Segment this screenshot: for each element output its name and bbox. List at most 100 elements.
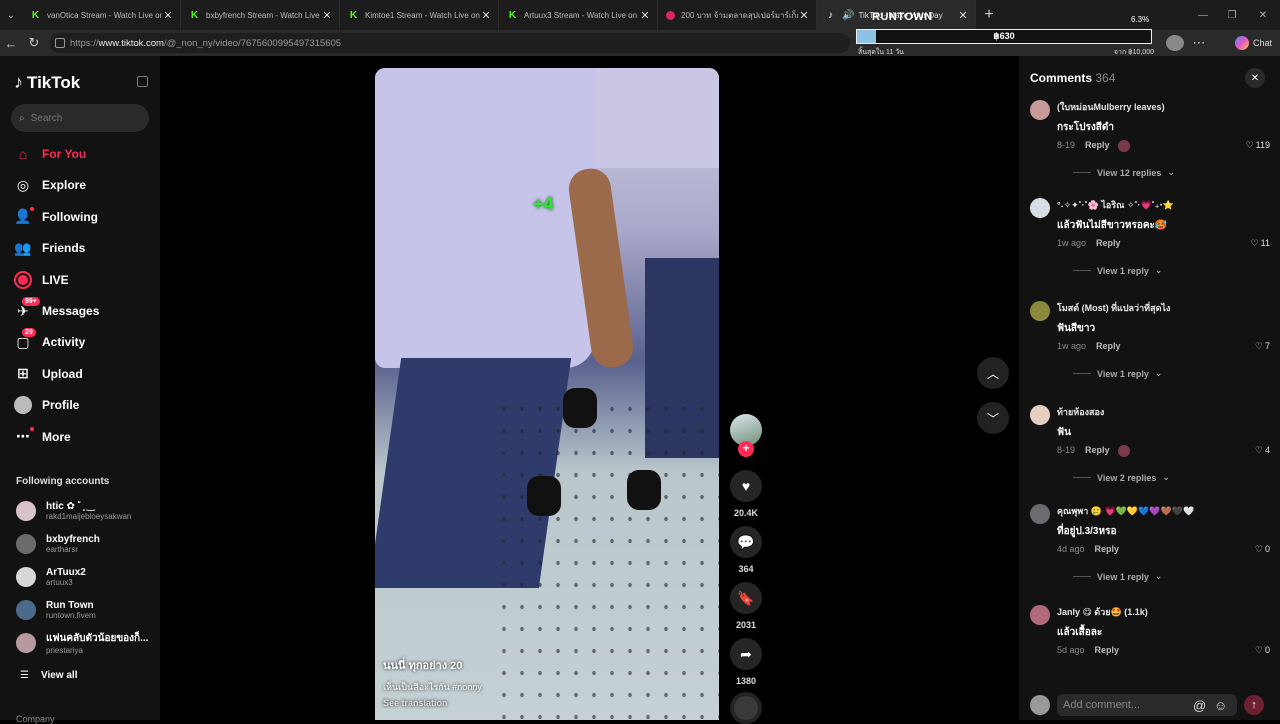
music-disc-icon[interactable]: [730, 692, 762, 724]
reload-icon[interactable]: ↻: [25, 34, 43, 52]
comment-text: แล้วเสื้อละ: [1057, 627, 1103, 638]
reply-button[interactable]: Reply: [1096, 238, 1121, 248]
reply-button[interactable]: Reply: [1085, 140, 1110, 152]
browser-tab[interactable]: K Kimtoe1 Stream - Watch Live on Kick✕: [340, 0, 499, 30]
commenter-avatar[interactable]: [1030, 198, 1050, 218]
close-comments-button[interactable]: ✕: [1245, 68, 1265, 88]
browser-tab[interactable]: Kbxbyfrench Stream - Watch Live on Kick✕: [181, 0, 340, 30]
nav-item-upload[interactable]: ⊞ Upload: [14, 362, 154, 386]
tab-close-icon[interactable]: ✕: [321, 9, 333, 22]
company-link[interactable]: Company: [16, 714, 55, 724]
nav-item-following[interactable]: 👤 Following: [14, 205, 154, 229]
browser-tab[interactable]: K Artuux3 Stream - Watch Live on Kick✕: [499, 0, 658, 30]
nav-item-more[interactable]: ⋯ More: [14, 425, 154, 449]
following-account[interactable]: Run Town runtown.fivem: [16, 597, 156, 623]
menu-dots-icon[interactable]: ⋯: [1190, 34, 1208, 52]
nav-item-explore[interactable]: ◎ Explore: [14, 173, 154, 197]
search-input[interactable]: [30, 112, 131, 124]
video-player[interactable]: +4 นนนี่ ทุกอย่าง 20 เห็นเป็นสีอะไรกัน #…: [375, 68, 719, 720]
comment-like-button[interactable]: ♡ 11: [1240, 238, 1270, 249]
share-icon: ➦: [740, 645, 752, 662]
tiktok-logo[interactable]: ♪ TikTok: [14, 72, 80, 93]
close-window-icon[interactable]: ✕: [1246, 0, 1280, 30]
video-scene-shirt-2: [595, 68, 719, 168]
reply-button[interactable]: Reply: [1095, 544, 1120, 554]
profile-avatar-icon[interactable]: [1166, 35, 1184, 51]
comment-text: ฟัน: [1057, 427, 1071, 438]
mention-icon[interactable]: @: [1193, 698, 1206, 713]
url-field[interactable]: https://www.tiktok.com/@_non_ny/video/76…: [50, 33, 850, 53]
tab-close-icon[interactable]: ✕: [480, 9, 492, 22]
add-comment-input[interactable]: Add comment...: [1057, 694, 1237, 716]
nav-item-for-you[interactable]: ⌂ For You: [14, 142, 154, 166]
share-button[interactable]: ➦: [730, 638, 762, 670]
view-replies-button[interactable]: View 1 reply ⌄: [1073, 368, 1162, 379]
comment-like-button[interactable]: ♡ 119: [1240, 140, 1270, 151]
commenter-avatar[interactable]: [1030, 301, 1050, 321]
following-account[interactable]: bxbyfrench eartharsr: [16, 531, 156, 557]
comment-time: 1w ago: [1057, 238, 1087, 248]
save-button[interactable]: 🔖: [730, 582, 762, 614]
comment-like-button[interactable]: ♡ 4: [1240, 445, 1270, 456]
comment-username[interactable]: Janly 😋 ด้วย🤩 (1.1k): [1057, 605, 1148, 619]
restore-icon[interactable]: ❐: [1215, 0, 1249, 30]
comment-like-button[interactable]: ♡ 0: [1240, 645, 1270, 656]
send-comment-button[interactable]: ↑: [1244, 695, 1264, 715]
comment-username[interactable]: °˖✧✦˚·˚🌸 ไอริณ ✧˚·💗˚₊‧⭐: [1057, 198, 1174, 212]
see-translation-link[interactable]: See translation: [383, 698, 448, 708]
account-text: htic ✿ ˚ ̥ ‿ rakd1maijebloeysakwan: [46, 501, 131, 521]
video-scene-shoe: [563, 388, 597, 428]
emoji-icon[interactable]: ☺: [1214, 698, 1227, 713]
follow-plus-icon[interactable]: +: [738, 441, 754, 457]
commenter-avatar[interactable]: [1030, 504, 1050, 524]
nav-item-activity[interactable]: ▢ 29 Activity: [14, 328, 154, 354]
collapse-sidebar-icon[interactable]: [137, 76, 148, 87]
tab-close-icon[interactable]: ✕: [639, 9, 651, 22]
next-video-button[interactable]: ﹀: [977, 402, 1009, 434]
nav-item-messages[interactable]: ✈ 99+ Messages: [14, 297, 154, 323]
video-author[interactable]: นนนี่ ทุกอย่าง 20: [383, 656, 462, 674]
comment-username[interactable]: ท้ายห้องสอง: [1057, 405, 1104, 419]
tab-close-icon[interactable]: ✕: [798, 9, 810, 22]
like-button[interactable]: ♥: [730, 470, 762, 502]
view-replies-button[interactable]: View 2 replies ⌄: [1073, 472, 1170, 483]
tab-close-icon[interactable]: ✕: [162, 9, 174, 22]
search-bar[interactable]: ⌕: [11, 104, 149, 132]
browser-tab[interactable]: KvanOtica Stream - Watch Live on Kick✕: [22, 0, 181, 30]
comment-text: ที่อยู่ป.3/3หรอ: [1057, 526, 1117, 537]
speaker-icon[interactable]: 🔊: [842, 10, 854, 21]
browser-tab[interactable]: 200 บาท จ้ามตลาดสุปเปอร์มาร์เก็ตกิน✕: [658, 0, 817, 30]
nav-item-live[interactable]: LIVE: [14, 268, 154, 292]
notification-badge: 29: [22, 328, 36, 338]
view-replies-button[interactable]: View 1 reply ⌄: [1073, 571, 1162, 582]
comment-username[interactable]: คุณพุพา 🥲 💗💚💛💙💜🤎🖤🤍: [1057, 504, 1194, 518]
comment-like-button[interactable]: ♡ 0: [1240, 544, 1270, 555]
following-account[interactable]: แฟนคลับตัวน้อยของก็... priestariya: [16, 630, 156, 656]
comment-button[interactable]: 💬: [730, 526, 762, 558]
account-name: Run Town: [46, 600, 94, 611]
view-replies-button[interactable]: View 12 replies ⌄: [1073, 167, 1175, 178]
previous-video-button[interactable]: ︿: [977, 357, 1009, 389]
reply-button[interactable]: Reply: [1085, 445, 1110, 457]
back-icon[interactable]: ←: [2, 34, 20, 52]
comment-username[interactable]: (ใบหม่อนMulberry leaves): [1057, 100, 1165, 114]
comment-like-button[interactable]: ♡ 7: [1240, 341, 1270, 352]
copilot-chat-button[interactable]: Chat: [1234, 35, 1272, 51]
reply-button[interactable]: Reply: [1096, 341, 1121, 351]
commenter-avatar[interactable]: [1030, 100, 1050, 120]
commenter-avatar[interactable]: [1030, 405, 1050, 425]
video-scene-shoe-3: [627, 470, 661, 510]
nav-item-profile[interactable]: Profile: [14, 393, 154, 417]
commenter-avatar[interactable]: [1030, 605, 1050, 625]
nav-label: Activity: [42, 335, 86, 350]
account-text: ArTuux2 artuux3: [46, 567, 86, 587]
nav-item-friends[interactable]: 👥 Friends: [14, 236, 154, 260]
view-all-button[interactable]: ☰ View all: [20, 670, 77, 681]
tab-search-chevron-icon[interactable]: ⌄: [0, 0, 22, 30]
following-account[interactable]: htic ✿ ˚ ̥ ‿ rakd1maijebloeysakwan: [16, 498, 156, 524]
comment-username[interactable]: โมสต์ (Most) ที่แปลว่าที่สุดไง: [1057, 301, 1170, 315]
site-info-icon[interactable]: [55, 38, 65, 48]
reply-button[interactable]: Reply: [1095, 645, 1120, 655]
view-replies-button[interactable]: View 1 reply ⌄: [1073, 265, 1162, 276]
following-account[interactable]: ArTuux2 artuux3: [16, 564, 156, 590]
